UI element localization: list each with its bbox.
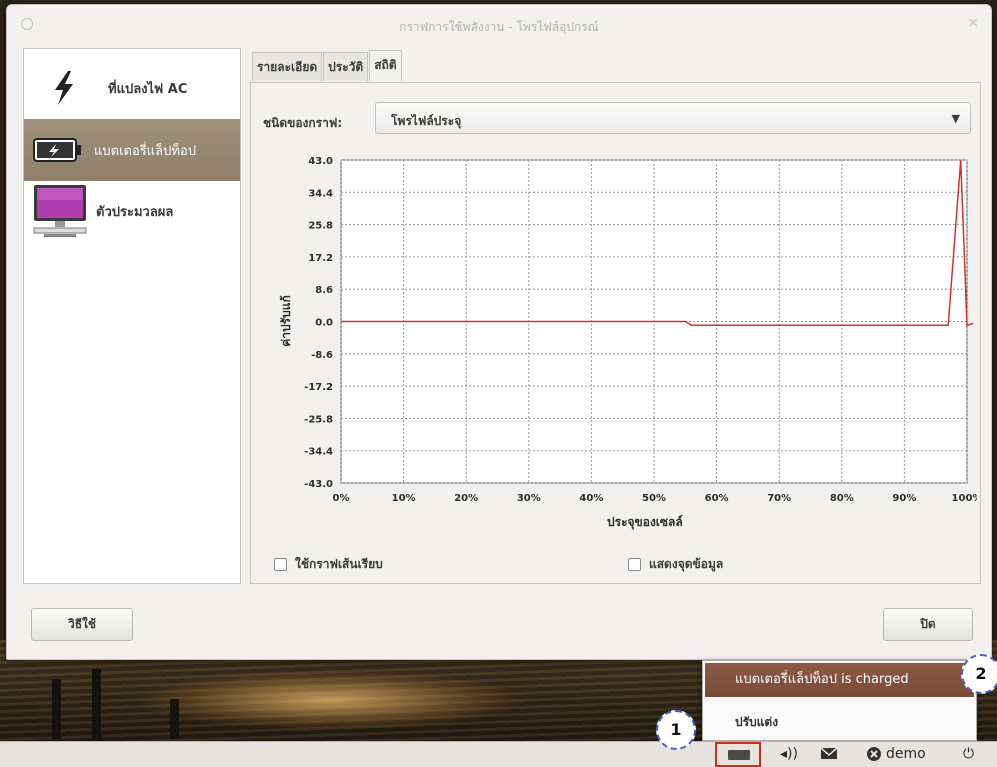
lightning-icon (55, 71, 73, 105)
callout-2: 2 (961, 654, 997, 694)
graph-type-label: ชนิดของกราฟ: (263, 116, 343, 130)
mail-icon[interactable] (820, 746, 838, 764)
battery-icon (33, 138, 81, 162)
device-label: ตัวประมวลผล (96, 205, 174, 220)
x-tick-label: 10% (392, 493, 416, 504)
checkbox-box[interactable] (274, 558, 287, 571)
tab-bar: รายละเอียด ประวัติ สถิติ (252, 50, 403, 81)
y-tick-label: -25.8 (304, 414, 333, 425)
close-icon[interactable]: × (967, 15, 979, 31)
tab-statistics[interactable]: สถิติ (369, 50, 402, 81)
battery-indicator-menu: แบตเตอรี่แล็ปท็อป is charged ปรับแต่ง (702, 660, 977, 741)
y-tick-label: -43.0 (304, 479, 333, 490)
menu-item-preferences[interactable]: ปรับแต่ง (735, 713, 778, 732)
pier-post (92, 669, 101, 739)
y-tick-label: 8.6 (315, 285, 333, 296)
help-button[interactable]: วิธีใช้ (31, 608, 133, 641)
device-item-ac-adapter[interactable]: ที่แปลงไฟ AC (24, 57, 240, 119)
tab-history[interactable]: ประวัติ (323, 52, 369, 81)
y-axis-label: ค่าปรับแก้ (279, 295, 293, 346)
smooth-graph-label: ใช้กราฟเส้นเรียบ (295, 557, 383, 571)
device-label: แบตเตอรี่แล็ปท็อป (94, 143, 196, 159)
device-label: ที่แปลงไฟ AC (108, 81, 188, 97)
chevron-down-icon: ▼ (951, 112, 960, 125)
x-tick-label: 30% (517, 493, 541, 504)
y-axis-ticks: 43.0 34.4 25.8 17.2 8.6 0.0 -8.6 -17.2 -25.8 -34.… (304, 156, 333, 490)
graph-type-dropdown[interactable]: โพรไฟล์ประจุ ▼ (375, 102, 971, 134)
y-tick-label: 34.4 (308, 188, 333, 199)
y-tick-label: 25.8 (308, 221, 333, 232)
device-list: ที่แปลงไฟ AC แบตเตอรี่แล็ปท็อป ตัวประมวล… (23, 48, 241, 584)
x-tick-label: 80% (830, 493, 854, 504)
battery-indicator-button[interactable] (715, 742, 761, 767)
close-button[interactable]: ปิด (883, 608, 973, 641)
pier-post (170, 699, 179, 739)
power-icon[interactable]: ⏻ (963, 746, 974, 762)
window-title: กราฟการใช้พลังงาน - โพรไฟล์อุปกรณ์ (399, 20, 599, 34)
user-name: demo (886, 746, 926, 762)
y-tick-label: -17.2 (304, 382, 333, 393)
x-axis-label: ประจุของเซลล์ (607, 515, 683, 530)
device-item-laptop-battery[interactable]: แบตเตอรี่แล็ปท็อป (24, 119, 240, 181)
y-tick-label: 43.0 (308, 156, 333, 167)
battery-icon (728, 750, 750, 760)
menu-item-battery-status[interactable]: แบตเตอรี่แล็ปท็อป is charged (705, 663, 974, 697)
show-datapoints-checkbox[interactable]: แสดงจุดข้อมูล (628, 555, 723, 574)
tab-details[interactable]: รายละเอียด (252, 52, 323, 81)
show-datapoints-label: แสดงจุดข้อมูล (649, 557, 724, 571)
top-panel: ◂)) demo ⏻ (0, 741, 997, 767)
smooth-graph-checkbox[interactable]: ใช้กราฟเส้นเรียบ (274, 555, 383, 574)
computer-monitor-icon (33, 185, 87, 237)
y-tick-label: -34.4 (304, 447, 333, 458)
x-tick-label: 70% (767, 493, 791, 504)
y-tick-label: 17.2 (308, 253, 333, 264)
x-tick-label: 50% (642, 493, 666, 504)
titlebar[interactable]: กราฟการใช้พลังงาน - โพรไฟล์อุปกรณ์ × (7, 5, 991, 45)
checkbox-box[interactable] (628, 558, 641, 571)
charge-profile-chart: 43.0 34.4 25.8 17.2 8.6 0.0 -8.6 -17.2 -25.8 -34.… (279, 156, 977, 530)
x-tick-label: 40% (579, 493, 603, 504)
user-menu[interactable]: demo (866, 746, 926, 762)
y-tick-label: -8.6 (311, 350, 333, 361)
pier-post (52, 679, 61, 739)
x-tick-label: 20% (454, 493, 478, 504)
user-status-icon (867, 747, 881, 761)
device-item-processor[interactable]: ตัวประมวลผล (24, 181, 240, 243)
x-tick-label: 90% (892, 493, 916, 504)
x-tick-label: 0% (333, 493, 350, 504)
volume-icon[interactable]: ◂)) (780, 746, 798, 762)
x-axis-ticks: 0% 10% 20% 30% 40% 50% 60% 70% 80% 90% 100% (333, 493, 977, 504)
graph-type-value: โพรไฟล์ประจุ (391, 114, 462, 128)
callout-1: 1 (656, 710, 696, 750)
x-tick-label: 60% (705, 493, 729, 504)
envelope-icon (820, 747, 838, 759)
y-tick-label: 0.0 (315, 318, 333, 329)
x-tick-label: 100% (952, 493, 977, 504)
